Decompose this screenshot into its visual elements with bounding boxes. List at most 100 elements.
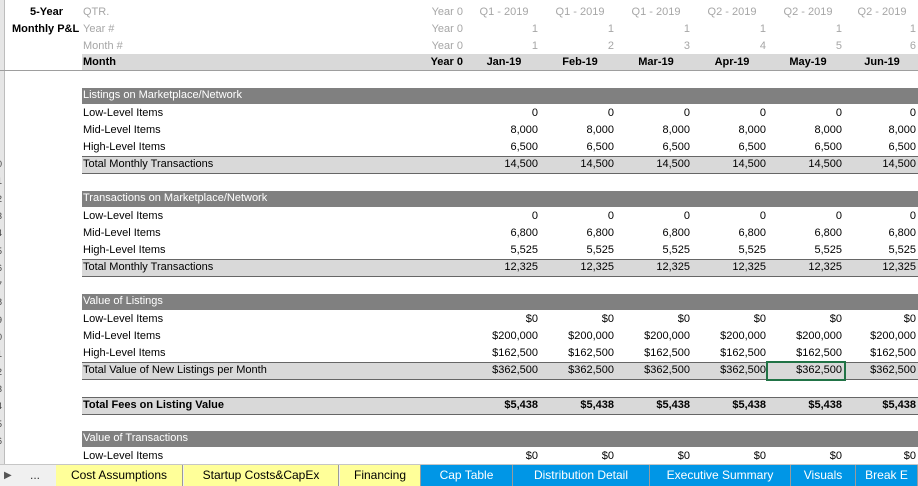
data-cell-value[interactable]: 5,525 (844, 242, 916, 259)
spreadsheet-grid[interactable]: 01234567890123456 5-Year Monthly P&L QTR… (0, 0, 918, 464)
row-number[interactable]: 8 (0, 294, 2, 311)
data-cell-value[interactable]: $162,500 (542, 345, 614, 362)
data-cell-value[interactable]: 6,800 (466, 225, 538, 242)
col-header-month-num[interactable]: 2 (544, 38, 614, 55)
col-header-month-num[interactable]: 4 (696, 38, 766, 55)
total-cell-value[interactable]: 14,500 (618, 156, 690, 173)
total-row-label[interactable]: Total Monthly Transactions (83, 156, 213, 173)
data-cell-value[interactable]: 6,500 (618, 139, 690, 156)
row-number[interactable]: 5 (0, 416, 2, 433)
data-cell-value[interactable]: $0 (694, 448, 766, 464)
data-cell-value[interactable]: $200,000 (844, 328, 916, 345)
row-label[interactable]: Low-Level Items (83, 448, 163, 464)
sheet-tab[interactable]: Break E (856, 465, 918, 486)
fees-value[interactable]: $5,438 (618, 397, 690, 414)
data-cell-value[interactable]: $162,500 (466, 345, 538, 362)
row-label[interactable]: High-Level Items (83, 139, 166, 156)
row-label[interactable]: Mid-Level Items (83, 225, 161, 242)
row-label[interactable]: Mid-Level Items (83, 328, 161, 345)
sheet-tab[interactable]: Cost Assumptions (56, 465, 183, 486)
col-header-month-num[interactable]: 1 (468, 38, 538, 55)
row-number[interactable]: 2 (0, 191, 2, 208)
total-cell-value[interactable]: 12,325 (466, 259, 538, 276)
total-cell-value[interactable]: 12,325 (694, 259, 766, 276)
data-cell-value[interactable]: $0 (542, 448, 614, 464)
col-header-month-num[interactable]: 6 (846, 38, 916, 55)
row-label[interactable]: Low-Level Items (83, 311, 163, 328)
sheet-tab[interactable]: Financing (340, 465, 421, 486)
row-number[interactable]: 6 (0, 433, 2, 450)
total-cell-value[interactable]: $362,500 (466, 362, 538, 379)
col-header-qtr[interactable]: Q1 - 2019 (468, 4, 540, 21)
row-number[interactable]: 3 (0, 208, 2, 225)
col-header-month[interactable]: Apr-19 (696, 54, 768, 71)
data-cell-value[interactable]: 6,800 (618, 225, 690, 242)
row-number[interactable]: 4 (0, 398, 2, 415)
fees-row-label[interactable]: Total Fees on Listing Value (83, 397, 224, 414)
row-label-month[interactable]: Month (83, 54, 116, 71)
col-header-year[interactable]: 1 (468, 21, 538, 38)
year0-qtr[interactable]: Year 0 (393, 4, 463, 21)
data-cell-value[interactable]: $200,000 (694, 328, 766, 345)
row-label[interactable]: Low-Level Items (83, 208, 163, 225)
row-label-month-num[interactable]: Month # (83, 38, 123, 55)
data-cell-value[interactable]: $0 (618, 448, 690, 464)
data-cell-value[interactable]: 6,500 (466, 139, 538, 156)
data-cell-value[interactable]: $0 (466, 311, 538, 328)
data-cell-value[interactable]: $162,500 (694, 345, 766, 362)
total-cell-value[interactable]: 12,325 (770, 259, 842, 276)
row-label-year[interactable]: Year # (83, 21, 114, 38)
year0-month[interactable]: Year 0 (393, 54, 463, 71)
data-cell-value[interactable]: 5,525 (618, 242, 690, 259)
data-cell-value[interactable]: 8,000 (844, 122, 916, 139)
data-cell-value[interactable]: $0 (770, 448, 842, 464)
row-number[interactable]: 0 (0, 156, 2, 173)
data-cell-value[interactable]: 0 (844, 105, 916, 122)
data-cell-value[interactable]: $0 (844, 448, 916, 464)
row-number[interactable]: 7 (0, 277, 2, 294)
row-number[interactable]: 0 (0, 329, 2, 346)
data-cell-value[interactable]: 6,500 (770, 139, 842, 156)
data-cell-value[interactable]: 6,800 (542, 225, 614, 242)
tab-scroll-right-icon[interactable]: ▶ (4, 465, 12, 486)
data-cell-value[interactable]: 5,525 (466, 242, 538, 259)
total-cell-value[interactable]: $362,500 (618, 362, 690, 379)
sheet-tab[interactable]: Distribution Detail (513, 465, 650, 486)
data-cell-value[interactable]: $200,000 (618, 328, 690, 345)
col-header-qtr[interactable]: Q2 - 2019 (846, 4, 918, 21)
data-cell-value[interactable]: 0 (466, 208, 538, 225)
row-label-qtr[interactable]: QTR. (83, 4, 109, 21)
data-cell-value[interactable]: 8,000 (618, 122, 690, 139)
data-cell-value[interactable]: 0 (694, 208, 766, 225)
data-cell-value[interactable]: 6,500 (542, 139, 614, 156)
data-cell-value[interactable]: $200,000 (542, 328, 614, 345)
row-number[interactable]: 9 (0, 312, 2, 329)
sheet-tab[interactable]: Visuals (791, 465, 856, 486)
col-header-qtr[interactable]: Q1 - 2019 (544, 4, 616, 21)
year0-year[interactable]: Year 0 (393, 21, 463, 38)
row-number[interactable]: 5 (0, 243, 2, 260)
data-cell-value[interactable]: $0 (694, 311, 766, 328)
row-label[interactable]: High-Level Items (83, 345, 166, 362)
row-label[interactable]: Low-Level Items (83, 105, 163, 122)
fees-value[interactable]: $5,438 (844, 397, 916, 414)
data-cell-value[interactable]: $0 (844, 311, 916, 328)
total-row-label[interactable]: Total Value of New Listings per Month (83, 362, 267, 379)
row-label[interactable]: High-Level Items (83, 242, 166, 259)
data-cell-value[interactable]: 0 (770, 105, 842, 122)
data-cell-value[interactable]: 6,800 (770, 225, 842, 242)
data-cell-value[interactable]: 0 (618, 208, 690, 225)
total-cell-value[interactable]: 14,500 (844, 156, 916, 173)
data-cell-value[interactable]: 6,500 (694, 139, 766, 156)
data-cell-value[interactable]: 8,000 (694, 122, 766, 139)
row-number[interactable]: 3 (0, 381, 2, 398)
data-cell-value[interactable]: 0 (618, 105, 690, 122)
data-cell-value[interactable]: 8,000 (770, 122, 842, 139)
row-number[interactable]: 4 (0, 225, 2, 242)
data-cell-value[interactable]: $162,500 (770, 345, 842, 362)
col-header-qtr[interactable]: Q2 - 2019 (772, 4, 844, 21)
row-number[interactable]: 1 (0, 346, 2, 363)
data-cell-value[interactable]: 6,500 (844, 139, 916, 156)
total-cell-value[interactable]: 14,500 (542, 156, 614, 173)
row-label[interactable]: Mid-Level Items (83, 122, 161, 139)
